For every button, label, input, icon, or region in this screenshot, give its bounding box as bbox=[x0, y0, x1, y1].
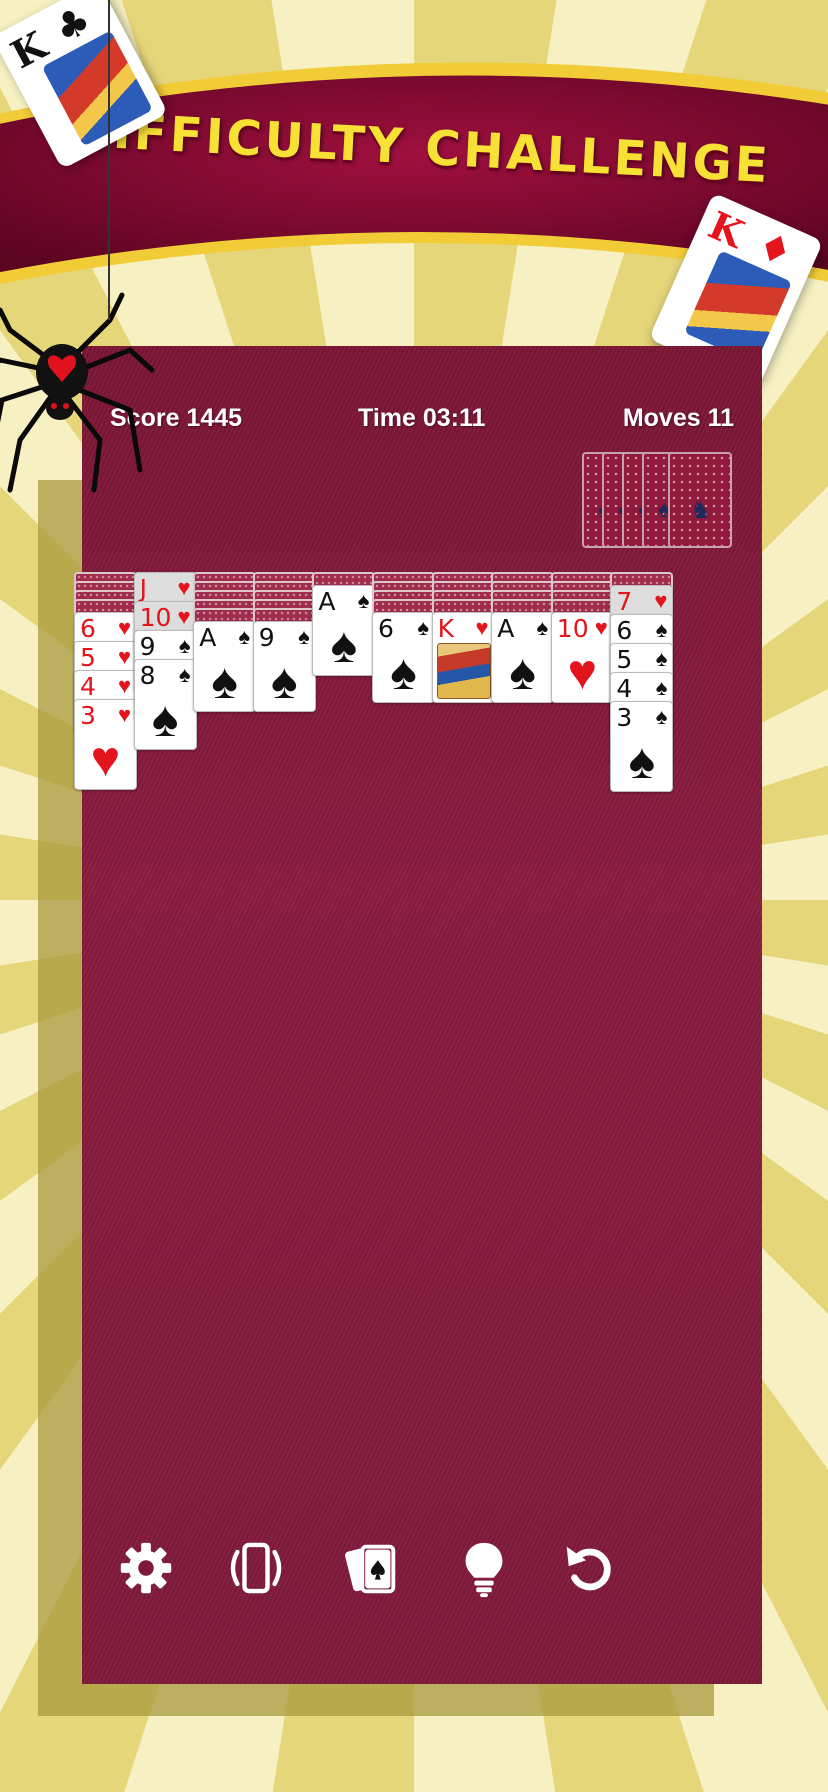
card-rank: 10 bbox=[556, 614, 589, 643]
time-label: Time 03:11 bbox=[358, 404, 486, 432]
card-suit: ♠ bbox=[298, 624, 310, 649]
stock-pile[interactable]: ♠ ♠ ♠ ♠ ♞ bbox=[582, 452, 732, 548]
playing-card[interactable]: A ♠ ♠ bbox=[312, 585, 376, 676]
playing-card[interactable]: 3 ♥ ♥ bbox=[74, 699, 137, 790]
king-face-art bbox=[436, 643, 491, 699]
card-suit: ♠ bbox=[655, 675, 668, 700]
card-rank: 5 bbox=[80, 643, 96, 672]
moves-label: Moves 11 bbox=[622, 404, 734, 432]
undo-button[interactable] bbox=[550, 1528, 630, 1608]
card-suit: ♥ bbox=[117, 702, 131, 727]
card-suit-large: ♠ bbox=[151, 691, 179, 747]
card-suit-large: ♠ bbox=[628, 733, 656, 789]
rotate-phone-icon bbox=[230, 1542, 282, 1594]
card-rank: 6 bbox=[378, 614, 394, 643]
card-suit-large: ♠ bbox=[330, 617, 358, 673]
card-rank: 9 bbox=[258, 623, 275, 652]
settings-button[interactable] bbox=[106, 1528, 186, 1608]
gear-icon bbox=[120, 1542, 172, 1594]
card-suit: ♥ bbox=[654, 588, 668, 613]
card-rank: 7 bbox=[616, 587, 633, 616]
card-rank: 4 bbox=[80, 672, 96, 701]
card-suit: ♠ bbox=[238, 624, 251, 649]
playing-card[interactable]: K ♥ bbox=[431, 612, 495, 703]
card-rank: 8 bbox=[139, 661, 156, 690]
card-suit: ♠ bbox=[655, 704, 668, 729]
reindeer-icon: ♞ bbox=[690, 497, 712, 524]
card-suit: ♠ bbox=[536, 615, 549, 640]
card-rank: A bbox=[318, 587, 336, 616]
orientation-button[interactable] bbox=[216, 1528, 296, 1608]
card-suit: ♠ bbox=[178, 662, 191, 687]
card-suit: ♥ bbox=[117, 673, 131, 698]
card-suit-large: ♠ bbox=[211, 653, 238, 709]
card-suit-large: ♥ bbox=[90, 731, 121, 787]
playing-card[interactable]: A ♠ ♠ bbox=[193, 621, 257, 712]
playing-card[interactable]: 9 ♠ ♠ bbox=[252, 621, 316, 712]
card-suit: ♥ bbox=[117, 644, 131, 669]
cards-icon bbox=[345, 1544, 396, 1594]
card-suit: ♠ bbox=[417, 615, 429, 640]
card-suit-large: ♠ bbox=[271, 653, 298, 709]
card-rank: 10 bbox=[139, 603, 172, 632]
card-rank: A bbox=[497, 614, 515, 643]
card-suit: ♠ bbox=[655, 646, 668, 671]
spider-icon bbox=[0, 292, 155, 493]
spider-thread bbox=[108, 0, 110, 320]
card-suit: ♠ bbox=[178, 633, 191, 658]
card-suit: ♠ bbox=[357, 588, 370, 613]
deal-button[interactable] bbox=[332, 1528, 412, 1608]
card-suit-large: ♠ bbox=[390, 644, 417, 700]
card-suit-large: ♥ bbox=[567, 644, 598, 700]
card-rank: 6 bbox=[80, 614, 96, 643]
playing-card[interactable]: A ♠ ♠ bbox=[491, 612, 555, 703]
card-rank: 3 bbox=[80, 701, 96, 730]
card-rank: 3 bbox=[616, 703, 633, 732]
stock-card: ♞ bbox=[668, 452, 732, 548]
playing-card[interactable]: 10 ♥ ♥ bbox=[550, 612, 614, 703]
card-suit: ♥ bbox=[177, 604, 191, 629]
card-rank: 6 bbox=[616, 616, 633, 645]
lightbulb-icon bbox=[465, 1542, 503, 1598]
hint-button[interactable] bbox=[444, 1528, 524, 1608]
card-rank: J bbox=[139, 574, 147, 603]
card-suit: ♥ bbox=[594, 615, 608, 640]
playing-card[interactable]: 6 ♠ ♠ bbox=[372, 612, 435, 703]
playing-card[interactable]: 3 ♠ ♠ bbox=[610, 701, 674, 792]
spider-decor bbox=[0, 0, 170, 540]
decor-card-rank: K bbox=[702, 202, 751, 257]
card-rank: A bbox=[199, 623, 217, 652]
card-rank: 9 bbox=[139, 632, 156, 661]
card-suit: ♠ bbox=[655, 617, 668, 642]
card-rank: 5 bbox=[616, 645, 633, 674]
card-rank: K bbox=[437, 614, 454, 643]
card-suit: ♥ bbox=[117, 615, 131, 640]
card-suit: ♥ bbox=[475, 615, 489, 640]
game-board: Score 1445 Time 03:11 Moves 11 ♠ ♠ ♠ ♠ ♞… bbox=[74, 346, 762, 1684]
undo-icon bbox=[566, 1546, 611, 1591]
playing-card[interactable]: 8 ♠ ♠ bbox=[133, 659, 197, 750]
card-suit-large: ♠ bbox=[509, 644, 536, 700]
card-suit: ♥ bbox=[177, 575, 191, 600]
card-rank: 4 bbox=[616, 674, 633, 703]
